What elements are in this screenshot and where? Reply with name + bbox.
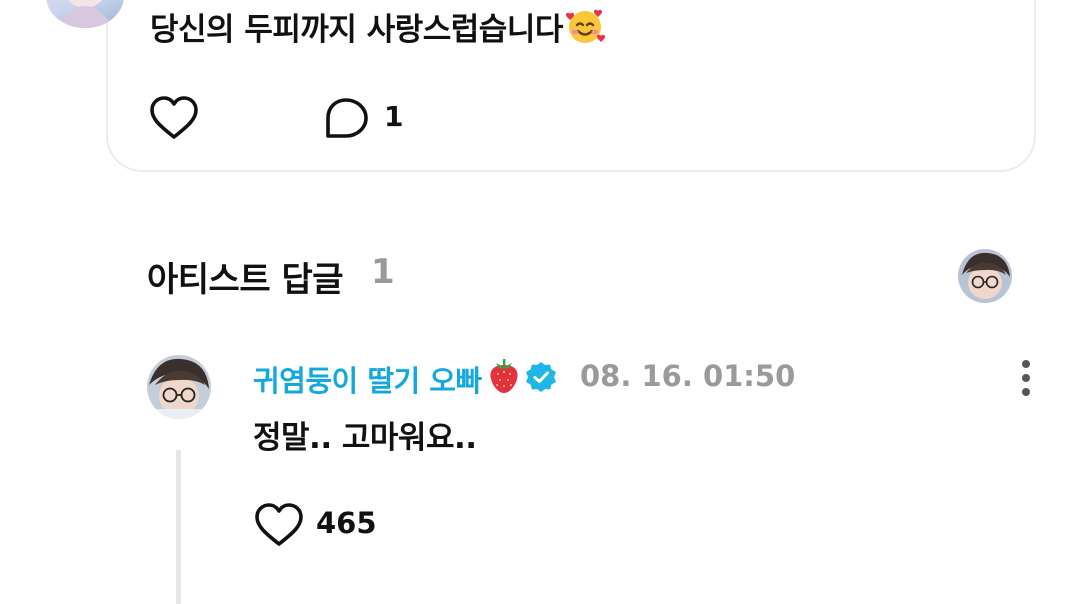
post-like-button[interactable] [148, 95, 200, 141]
post-detail-page: 당신의 두피까지 사랑스럽습니다 1 아티스트 답글 1 귀염둥이 딸기 오빠 … [0, 0, 1080, 604]
reply-like-count: 465 [316, 506, 377, 540]
artist-replies-title: 아티스트 답글 [147, 260, 344, 300]
reply-author-name[interactable]: 귀염둥이 딸기 오빠 [253, 358, 482, 400]
post-comment-button[interactable] [322, 96, 370, 142]
vertical-ellipsis-icon [1022, 360, 1030, 396]
verified-badge-icon [525, 361, 557, 393]
post-comment-count: 1 [384, 100, 404, 133]
reply-like-button[interactable] [253, 502, 305, 548]
reply-author-avatar[interactable] [147, 355, 211, 419]
heart-outline-icon [255, 503, 303, 546]
thread-line [176, 450, 181, 604]
reply-text: 정말.. 고마워요.. [253, 420, 477, 456]
post-text-content: 당신의 두피까지 사랑스럽습니다 [150, 12, 563, 48]
post-text: 당신의 두피까지 사랑스럽습니다 [150, 4, 605, 54]
artist-replies-count: 1 [371, 252, 395, 292]
heart-outline-icon [150, 96, 198, 139]
strawberry-icon [487, 357, 521, 395]
more-options-button[interactable] [1014, 358, 1038, 398]
reply-timestamp: 08. 16. 01:50 [580, 359, 796, 393]
smiling-face-with-hearts-icon [565, 6, 605, 54]
artist-avatar[interactable] [958, 249, 1012, 303]
speech-bubble-icon [326, 98, 368, 138]
